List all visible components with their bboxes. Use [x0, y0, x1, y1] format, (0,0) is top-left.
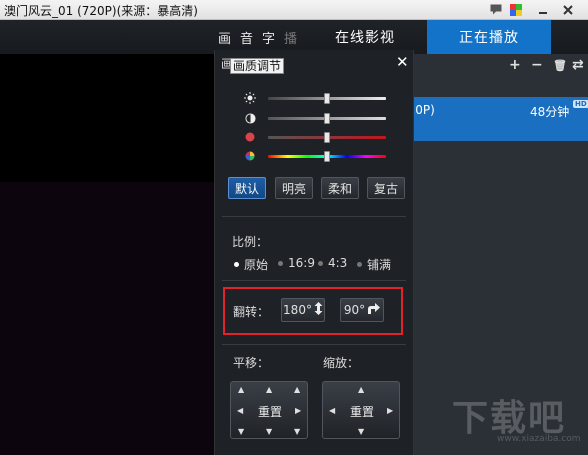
zoom-in-vertical-icon[interactable]: ▲	[358, 385, 364, 394]
preset-retro-button[interactable]: 复古	[367, 177, 405, 199]
ratio-option-label: 铺满	[367, 258, 392, 272]
pan-down-left-icon[interactable]: ▼	[238, 427, 244, 436]
sun-icon	[244, 92, 256, 104]
pan-up-right-icon[interactable]: ▲	[294, 385, 300, 394]
red-dot-icon	[244, 131, 256, 143]
playback-tab[interactable]: 播	[284, 28, 297, 47]
divider	[222, 280, 406, 281]
radio-dot	[234, 262, 239, 267]
picture-tab[interactable]: 画	[218, 28, 231, 47]
ratio-option-label: 原始	[244, 258, 269, 272]
skin-icon[interactable]	[508, 2, 524, 17]
slider-thumb[interactable]	[324, 93, 330, 104]
top-bar: 画 音 字 播 在线影视 正在播放	[0, 20, 588, 54]
radio-dot	[318, 260, 323, 266]
subtitle-tab[interactable]: 字	[262, 28, 275, 47]
divider	[222, 344, 406, 345]
add-icon[interactable]: +	[509, 57, 521, 73]
panel-close-icon[interactable]: ✕	[396, 53, 409, 71]
flip-highlight-box	[223, 287, 403, 335]
ratio-option-label: 4:3	[328, 256, 348, 270]
pan-up-left-icon[interactable]: ▲	[238, 385, 244, 394]
zoom-in-horizontal-icon[interactable]: ▶	[387, 406, 393, 415]
hue-slider[interactable]	[244, 150, 390, 162]
zoom-out-vertical-icon[interactable]: ▼	[358, 427, 364, 436]
remove-icon[interactable]: −	[531, 57, 543, 73]
contrast-slider[interactable]	[244, 112, 390, 124]
chat-icon[interactable]	[488, 2, 504, 17]
pan-reset-button[interactable]: 重置	[255, 402, 285, 420]
preset-soft-button[interactable]: 柔和	[321, 177, 359, 199]
radio-dot	[278, 260, 283, 266]
slider-thumb[interactable]	[324, 132, 330, 143]
tab-online-video[interactable]: 在线影视	[303, 20, 427, 54]
ratio-label: 比例：	[232, 235, 269, 249]
brightness-slider[interactable]	[244, 92, 390, 104]
minimize-icon[interactable]	[535, 2, 551, 17]
divider	[222, 216, 406, 217]
watermark-url: www.xiazaiba.com	[497, 434, 581, 444]
zoom-control-pad[interactable]: ▲ ◀ ▶ ▼ 重置	[322, 381, 400, 439]
tab-now-playing[interactable]: 正在播放	[427, 20, 551, 54]
video-area-lower[interactable]	[0, 182, 214, 455]
window-title: 澳门风云_01 (720P)(来源：暴高清)	[4, 4, 198, 18]
close-icon[interactable]	[560, 2, 576, 17]
contrast-icon	[244, 112, 256, 124]
pan-down-icon[interactable]: ▼	[266, 427, 272, 436]
zoom-out-horizontal-icon[interactable]: ◀	[329, 406, 335, 415]
preset-bright-button[interactable]: 明亮	[275, 177, 313, 199]
video-area[interactable]	[0, 54, 214, 182]
title-bar: 澳门风云_01 (720P)(来源：暴高清)	[0, 0, 588, 20]
trash-icon[interactable]: 🗑	[553, 59, 567, 72]
radio-dot	[357, 262, 362, 267]
ratio-option-fill[interactable]: 铺满	[357, 256, 391, 273]
pan-left-icon[interactable]: ◀	[237, 406, 243, 415]
pan-right-icon[interactable]: ▶	[295, 406, 301, 415]
ratio-option-label: 16:9	[288, 256, 315, 270]
panel-title: 画质调节	[230, 58, 285, 74]
saturation-slider[interactable]	[244, 131, 390, 143]
zoom-reset-button[interactable]: 重置	[347, 402, 377, 420]
zoom-label: 缩放：	[323, 356, 360, 370]
playlist-row-duration: 48分钟	[530, 105, 570, 119]
hd-badge: HD	[573, 100, 588, 108]
swap-icon[interactable]: ⇄	[572, 57, 584, 73]
slider-thumb[interactable]	[324, 113, 330, 124]
slider-thumb[interactable]	[324, 151, 330, 162]
preset-default-button[interactable]: 默认	[228, 177, 266, 199]
pan-down-right-icon[interactable]: ▼	[294, 427, 300, 436]
audio-tab[interactable]: 音	[240, 28, 253, 47]
ratio-option-original[interactable]: 原始	[234, 256, 268, 273]
ratio-option-16-9[interactable]: 16:9	[278, 256, 315, 270]
color-wheel-icon	[244, 150, 256, 162]
ratio-option-4-3[interactable]: 4:3	[318, 256, 347, 270]
pan-label: 平移：	[233, 356, 270, 370]
pan-up-icon[interactable]: ▲	[266, 385, 272, 394]
pan-control-pad[interactable]: ▲ ▲ ▲ ◀ ▶ ▼ ▼ ▼ 重置	[230, 381, 308, 439]
